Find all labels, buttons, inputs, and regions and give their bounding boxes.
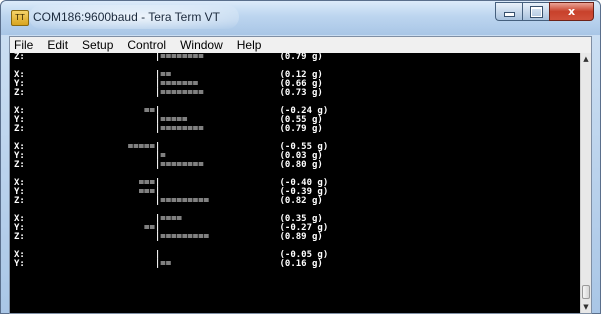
menu-bar: File Edit Setup Control Window Help bbox=[10, 37, 591, 53]
terminal-line: Z: |======== (0.73 g) bbox=[14, 88, 323, 98]
terminal-line: Z: |========= (0.89 g) bbox=[14, 232, 323, 242]
vertical-scrollbar[interactable]: ▲ ▼ bbox=[580, 53, 591, 313]
scroll-up-arrow-icon[interactable]: ▲ bbox=[581, 53, 591, 65]
menu-file[interactable]: File bbox=[10, 37, 40, 53]
client-area: File Edit Setup Control Window Help Z: |… bbox=[9, 36, 592, 314]
window-controls: x bbox=[495, 2, 594, 22]
terminal-screen[interactable]: Z: |======== (0.79 g) X: |== (0.12 g) Y: |… bbox=[10, 53, 582, 313]
tera-term-app-icon[interactable]: TT bbox=[11, 10, 29, 26]
maximize-icon bbox=[530, 6, 542, 17]
menu-setup[interactable]: Setup bbox=[75, 37, 120, 53]
terminal-line: Z: |========= (0.82 g) bbox=[14, 196, 323, 206]
terminal-line: Z: |======== (0.79 g) bbox=[14, 124, 323, 134]
close-icon: x bbox=[567, 5, 576, 18]
menu-help[interactable]: Help bbox=[230, 37, 269, 53]
menu-edit[interactable]: Edit bbox=[40, 37, 75, 53]
terminal-line: Y: |== (0.16 g) bbox=[14, 259, 323, 269]
minimize-button[interactable] bbox=[495, 2, 522, 21]
terminal-line: Z: |======== (0.80 g) bbox=[14, 160, 323, 170]
minimize-icon bbox=[503, 12, 515, 17]
menu-control[interactable]: Control bbox=[120, 37, 173, 53]
tera-term-window: TT COM186:9600baud - Tera Term VT x File… bbox=[0, 0, 601, 314]
maximize-button[interactable] bbox=[522, 2, 549, 21]
terminal-line: Z: |======== (0.79 g) bbox=[14, 53, 323, 62]
close-button[interactable]: x bbox=[549, 2, 594, 21]
scroll-down-arrow-icon[interactable]: ▼ bbox=[581, 301, 591, 313]
title-bar[interactable]: TT COM186:9600baud - Tera Term VT x bbox=[1, 1, 600, 35]
window-title: COM186:9600baud - Tera Term VT bbox=[33, 10, 220, 24]
scroll-thumb[interactable] bbox=[582, 285, 590, 299]
menu-window[interactable]: Window bbox=[173, 37, 230, 53]
